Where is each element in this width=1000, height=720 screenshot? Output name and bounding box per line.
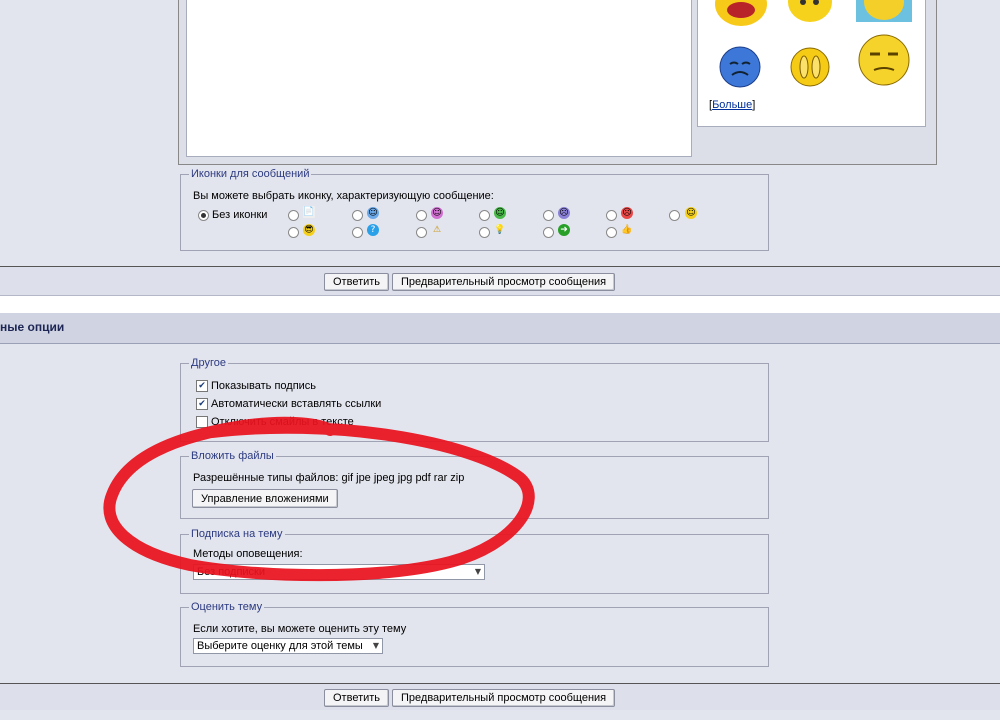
smiley-sad-blue-icon[interactable] — [718, 45, 762, 89]
radio-icon-6[interactable] — [606, 210, 617, 221]
message-icons-legend: Иконки для сообщений — [191, 168, 310, 180]
reply-button-bottom[interactable]: Ответить — [324, 689, 390, 707]
notification-methods-label: Методы оповещения: — [193, 548, 303, 560]
extra-options-title: ные опции — [0, 320, 65, 334]
smiley-dizzy-icon[interactable] — [782, 0, 838, 26]
sad-violet-icon: ☹ — [558, 207, 570, 219]
rating-hint: Если хотите, вы можете оценить эту тему — [193, 623, 407, 635]
other-legend: Другое — [191, 357, 226, 369]
subscription-select-value: Без подписки — [197, 566, 266, 578]
arrow-right-icon: ➜ — [558, 224, 570, 236]
cool-icon: 😎 — [303, 224, 315, 236]
no-icon-label: Без иконки — [212, 209, 268, 221]
auto-links-label: Автоматически вставлять ссылки — [211, 398, 382, 410]
thumbs-up-icon: 👍 — [621, 225, 633, 235]
message-textarea[interactable] — [186, 0, 692, 157]
footer-strip — [0, 710, 1000, 720]
radio-icon-13[interactable] — [606, 227, 617, 238]
radio-icon-1[interactable] — [288, 210, 299, 221]
more-smileys-link[interactable]: Больше — [712, 99, 752, 111]
separator — [0, 296, 1000, 312]
subscription-fieldset: Подписка на тему — [180, 528, 769, 594]
radio-icon-9[interactable] — [352, 227, 363, 238]
rating-legend: Оценить тему — [191, 601, 263, 613]
warning-icon: ⚠ — [432, 225, 442, 235]
radio-icon-2[interactable] — [352, 210, 363, 221]
radio-icon-8[interactable] — [288, 227, 299, 238]
smile-yellow-icon: ☺ — [685, 207, 697, 219]
angry-red-icon: ☹ — [621, 207, 633, 219]
show-signature-label: Показывать подпись — [211, 380, 317, 392]
lightbulb-icon: 💡 — [494, 225, 506, 235]
preview-button-top[interactable]: Предварительный просмотр сообщения — [392, 273, 616, 291]
grin-green-icon: ☺ — [494, 207, 506, 219]
manage-attachments-button[interactable]: Управление вложениями — [192, 489, 338, 508]
chevron-down-icon: ▼ — [372, 641, 379, 650]
radio-icon-4[interactable] — [479, 210, 490, 221]
radio-icon-11[interactable] — [479, 227, 490, 238]
disable-smilies-checkbox[interactable] — [196, 416, 208, 428]
smiley-laughing-icon[interactable] — [712, 0, 770, 26]
auto-links-checkbox[interactable]: ✔ — [196, 398, 208, 410]
radio-icon-7[interactable] — [669, 210, 680, 221]
radio-icon-12[interactable] — [543, 227, 554, 238]
message-icons-hint: Вы можете выбрать иконку, характеризующу… — [193, 190, 494, 202]
radio-icon-10[interactable] — [416, 227, 427, 238]
attachments-fieldset: Вложить файлы — [180, 450, 769, 519]
rating-select-value: Выберите оценку для этой темы — [197, 640, 363, 652]
radio-icon-5[interactable] — [543, 210, 554, 221]
show-signature-checkbox[interactable]: ✔ — [196, 380, 208, 392]
smiley-surprised-icon[interactable] — [788, 45, 832, 89]
more-smileys: [Больше] — [709, 99, 756, 111]
attachments-legend: Вложить файлы — [191, 450, 274, 462]
question-icon: ? — [367, 224, 379, 236]
chevron-down-icon: ▼ — [474, 567, 481, 576]
preview-button-bottom[interactable]: Предварительный просмотр сообщения — [392, 689, 616, 707]
rating-select[interactable]: Выберите оценку для этой темы ▼ — [193, 638, 383, 654]
extra-options-header — [0, 312, 1000, 344]
reply-button-top[interactable]: Ответить — [324, 273, 390, 291]
disable-smilies-label: Отключить смайлы в тексте — [211, 416, 354, 428]
radio-no-icon[interactable] — [198, 210, 209, 221]
smiley-skeptical-icon[interactable] — [856, 32, 912, 88]
radio-icon-3[interactable] — [416, 210, 427, 221]
allowed-file-types: Разрешённые типы файлов: gif jpe jpeg jp… — [193, 472, 465, 484]
smiley-crying-icon[interactable] — [856, 0, 912, 26]
subscription-select[interactable]: Без подписки ▼ — [193, 564, 485, 580]
smile-icon: ☺ — [367, 207, 379, 219]
happy-purple-icon: ☺ — [431, 207, 443, 219]
document-icon: 📄 — [303, 206, 315, 218]
message-icons-fieldset: Иконки для сообщений — [180, 168, 769, 251]
subscription-legend: Подписка на тему — [191, 528, 283, 540]
